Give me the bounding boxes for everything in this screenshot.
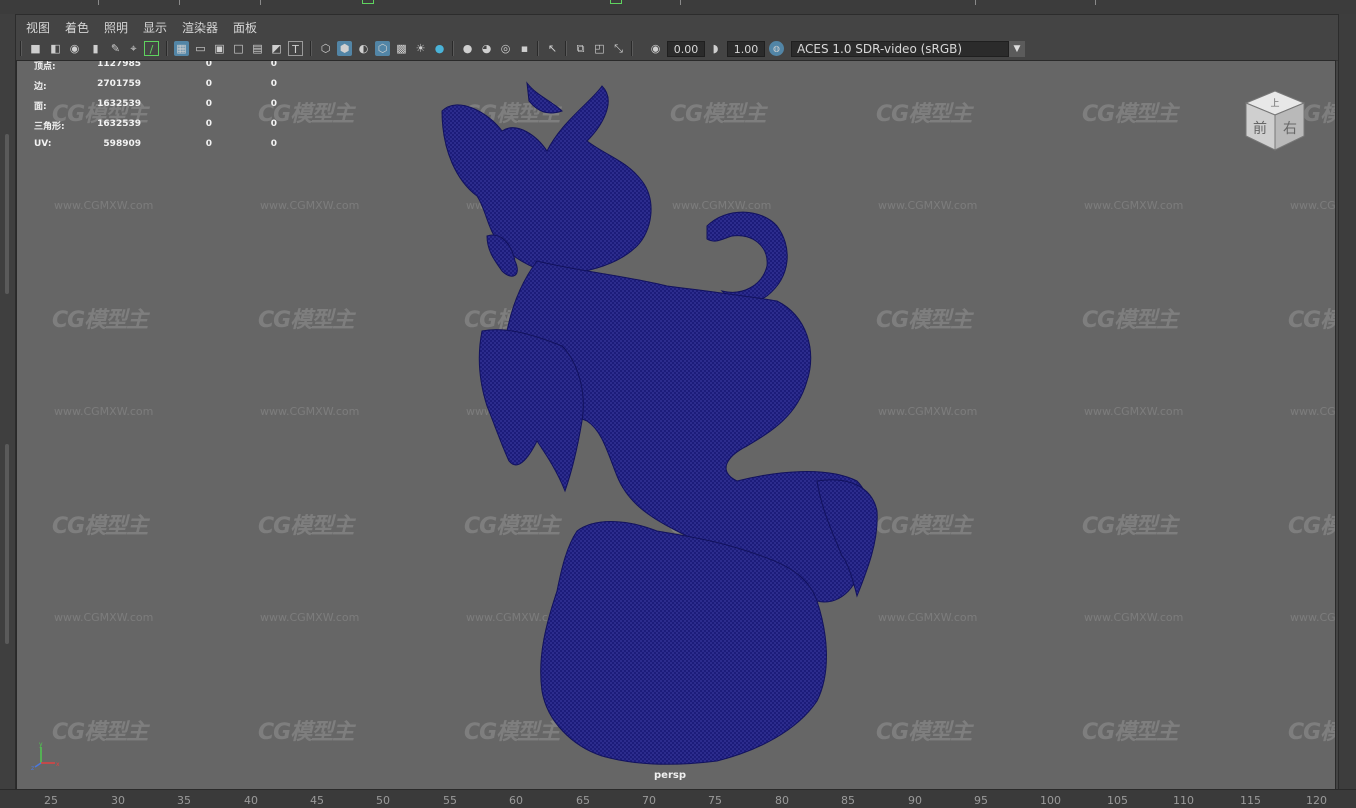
grid-icon[interactable]: ▦ bbox=[174, 41, 189, 56]
ruler-label: 45 bbox=[310, 794, 324, 807]
hud-vertices-selected: 0 bbox=[205, 60, 212, 69]
hud-triangles-total: 1632539 bbox=[97, 119, 141, 129]
viewcube-front-face[interactable]: 前 bbox=[1253, 120, 1267, 137]
ruler-label: 40 bbox=[244, 794, 258, 807]
menu-panels[interactable]: 面板 bbox=[233, 19, 257, 36]
xray-active-icon[interactable]: ⤡ bbox=[611, 41, 626, 56]
hud-edges-total: 2701759 bbox=[97, 79, 141, 89]
film-gate-icon[interactable]: ▭ bbox=[193, 41, 208, 56]
anti-aliasing-icon[interactable]: ◎ bbox=[498, 41, 513, 56]
hud-faces-selected: 0 bbox=[205, 99, 212, 109]
wireframe-on-shaded-icon[interactable]: ⬡ bbox=[375, 41, 390, 56]
hud-uv-total: 598909 bbox=[103, 139, 141, 149]
3d-viewport[interactable]: CG模型主 CG模型主 CG模型主 CG模型主 CG模型主 CG模型主 CG模型… bbox=[16, 60, 1336, 790]
camera-name-label: persp bbox=[654, 770, 686, 781]
hud-triangles-selected: 0 bbox=[205, 119, 212, 129]
gate-mask-icon[interactable]: □ bbox=[231, 41, 246, 56]
menu-view[interactable]: 视图 bbox=[26, 19, 50, 36]
hud-triangles-extra: 0 bbox=[270, 119, 277, 129]
viewcube-top-face[interactable]: 上 bbox=[1270, 98, 1279, 109]
hud-edges-selected: 0 bbox=[205, 79, 212, 89]
2d-pan-zoom-icon[interactable]: ⌖ bbox=[126, 41, 141, 56]
shadows-icon[interactable]: ● bbox=[432, 41, 447, 56]
lights-icon[interactable]: ☀ bbox=[413, 41, 428, 56]
ruler-label: 25 bbox=[44, 794, 58, 807]
hud-uv-extra: 0 bbox=[270, 139, 277, 149]
hud-label-vertices: 顶点: bbox=[34, 62, 56, 72]
ruler-label: 30 bbox=[111, 794, 125, 807]
smooth-shade-icon[interactable]: ⬢ bbox=[337, 41, 352, 56]
ruler-label: 100 bbox=[1040, 794, 1061, 807]
hud-label-edges: 边: bbox=[34, 82, 47, 92]
grease-pencil-icon[interactable]: ✎ bbox=[108, 41, 123, 56]
sculpture-mesh[interactable] bbox=[17, 61, 1335, 789]
camera-attributes-icon[interactable]: ◧ bbox=[48, 41, 63, 56]
ruler-label: 65 bbox=[576, 794, 590, 807]
motion-blur-icon[interactable]: ◕ bbox=[479, 41, 494, 56]
viewcube-right-face[interactable]: 右 bbox=[1283, 121, 1297, 137]
ruler-label: 50 bbox=[376, 794, 390, 807]
hud-label-uv: UV: bbox=[34, 139, 52, 149]
hud-vertices-extra: 0 bbox=[270, 60, 277, 69]
ruler-label: 105 bbox=[1107, 794, 1128, 807]
ruler-label: 80 bbox=[775, 794, 789, 807]
svg-text:x: x bbox=[56, 761, 60, 768]
panel-menu-bar: 视图 着色 照明 显示 渲染器 面板 bbox=[16, 16, 1338, 38]
hud-uv-selected: 0 bbox=[205, 139, 212, 149]
time-slider-ruler[interactable]: 25 30 35 40 45 50 55 60 65 70 75 80 85 9… bbox=[0, 789, 1356, 808]
screen-space-ao-icon[interactable]: ● bbox=[460, 41, 475, 56]
right-dock-edge[interactable] bbox=[1338, 14, 1356, 789]
ruler-label: 60 bbox=[509, 794, 523, 807]
hud-vertices-total: 1127985 bbox=[97, 60, 141, 69]
field-chart-icon[interactable]: ▤ bbox=[250, 41, 265, 56]
image-plane-icon[interactable]: ▮ bbox=[88, 41, 103, 56]
hud-faces-total: 1632539 bbox=[97, 99, 141, 109]
ruler-label: 115 bbox=[1240, 794, 1261, 807]
hud-label-triangles: 三角形: bbox=[34, 122, 65, 132]
hud-label-faces: 面: bbox=[34, 102, 47, 112]
pencil-draw-icon[interactable]: / bbox=[144, 41, 159, 56]
panel-toolbar: ■ ◧ ◉ ▮ ✎ ⌖ / ▦ ▭ ▣ □ ▤ ◩ T ⬡ ⬢ ◐ ⬡ ▩ ☀ … bbox=[16, 38, 1338, 61]
gamma-icon[interactable]: ◗ bbox=[708, 41, 723, 56]
safe-action-icon[interactable]: ◩ bbox=[269, 41, 284, 56]
svg-text:y: y bbox=[39, 741, 43, 748]
depth-of-field-icon[interactable]: ▪ bbox=[517, 41, 532, 56]
menu-renderer[interactable]: 渲染器 bbox=[182, 19, 218, 36]
default-material-icon[interactable]: ◐ bbox=[356, 41, 371, 56]
menu-shading[interactable]: 着色 bbox=[65, 19, 89, 36]
textured-icon[interactable]: ▩ bbox=[394, 41, 409, 56]
menu-lighting[interactable]: 照明 bbox=[104, 19, 128, 36]
bookmark-icon[interactable]: ◉ bbox=[67, 41, 82, 56]
svg-text:z: z bbox=[31, 765, 34, 771]
ruler-label: 85 bbox=[841, 794, 855, 807]
isolate-select-icon[interactable]: ↖ bbox=[545, 41, 560, 56]
wireframe-icon[interactable]: ⬡ bbox=[318, 41, 333, 56]
safe-title-icon[interactable]: T bbox=[288, 41, 303, 56]
hud-faces-extra: 0 bbox=[270, 99, 277, 109]
color-management-icon[interactable]: ◍ bbox=[769, 41, 784, 56]
menu-show[interactable]: 显示 bbox=[143, 19, 167, 36]
ruler-label: 35 bbox=[177, 794, 191, 807]
xray-icon[interactable]: ⧉ bbox=[573, 41, 588, 56]
view-transform-select[interactable]: ACES 1.0 SDR-video (sRGB) bbox=[791, 41, 1009, 57]
view-cube[interactable]: 上 前 右 bbox=[1242, 88, 1308, 154]
ruler-label: 110 bbox=[1173, 794, 1194, 807]
exposure-icon[interactable]: ◉ bbox=[648, 41, 663, 56]
gamma-field[interactable]: 1.00 bbox=[727, 41, 765, 57]
ruler-label: 70 bbox=[642, 794, 656, 807]
hud-edges-extra: 0 bbox=[270, 79, 277, 89]
left-dock-edge bbox=[0, 14, 16, 789]
chevron-down-icon[interactable]: ▼ bbox=[1009, 41, 1025, 57]
axis-gizmo: y x z bbox=[31, 741, 60, 771]
ruler-label: 120 bbox=[1306, 794, 1327, 807]
exposure-field[interactable]: 0.00 bbox=[667, 41, 705, 57]
ruler-label: 55 bbox=[443, 794, 457, 807]
ruler-label: 90 bbox=[908, 794, 922, 807]
resolution-gate-icon[interactable]: ▣ bbox=[212, 41, 227, 56]
ruler-label: 95 bbox=[974, 794, 988, 807]
ruler-label: 75 bbox=[708, 794, 722, 807]
xray-joints-icon[interactable]: ◰ bbox=[592, 41, 607, 56]
select-camera-icon[interactable]: ■ bbox=[28, 41, 43, 56]
top-time-strip bbox=[0, 0, 1356, 15]
